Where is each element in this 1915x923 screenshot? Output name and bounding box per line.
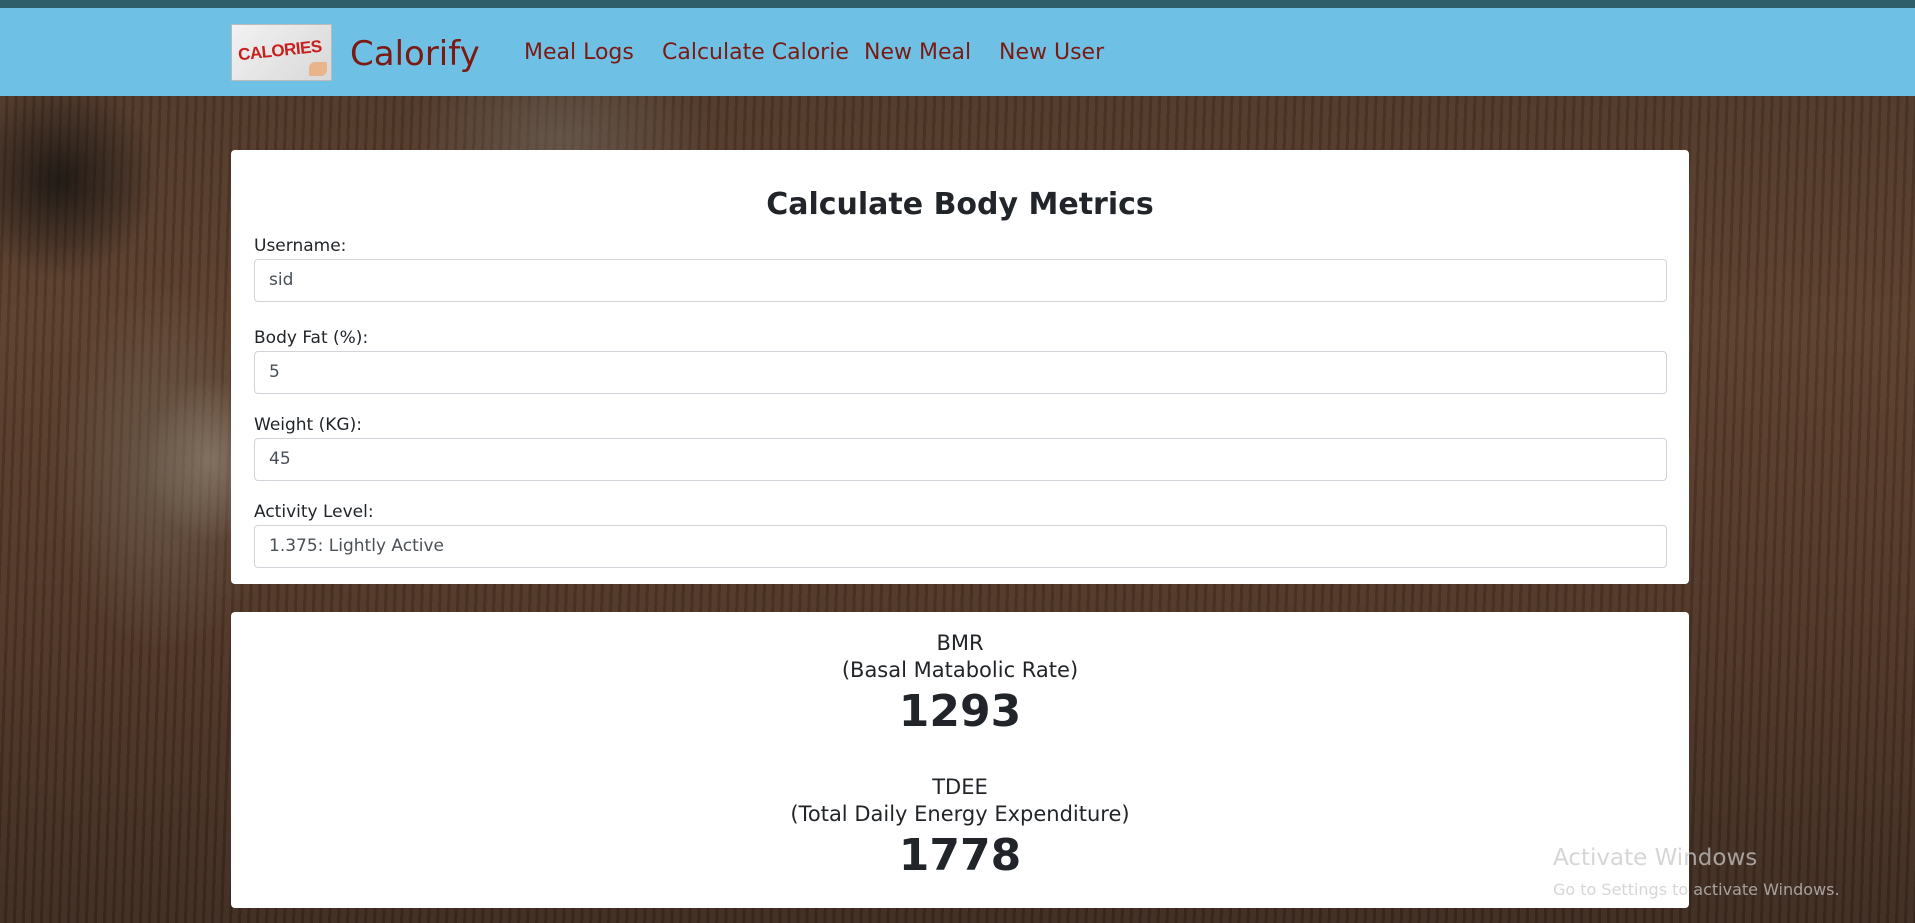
bmr-subtitle: (Basal Matabolic Rate) [841, 658, 1079, 682]
calories-logo[interactable]: CALORIES [231, 24, 332, 81]
nav-calculate-calorie[interactable]: Calculate Calorie [662, 40, 849, 65]
body-fat-input[interactable]: 5 [254, 351, 1667, 394]
tdee-block: TDEE (Total Daily Energy Expenditure) 17… [231, 774, 1689, 884]
activity-level-select[interactable]: 1.375: Lightly Active [254, 525, 1667, 568]
tdee-value: 1778 [898, 830, 1022, 881]
bmr-value: 1293 [898, 686, 1022, 737]
username-label: Username: [254, 236, 347, 256]
brand-name[interactable]: Calorify [350, 34, 480, 74]
logo-text: CALORIES [237, 36, 323, 65]
tdee-title: TDEE [932, 775, 988, 799]
bmr-block: BMR (Basal Matabolic Rate) 1293 [231, 630, 1689, 740]
nav-meal-logs[interactable]: Meal Logs [524, 40, 634, 65]
nav-new-user[interactable]: New User [999, 40, 1104, 65]
weight-input[interactable]: 45 [254, 438, 1667, 481]
navbar: CALORIES Calorify Meal Logs Calculate Ca… [0, 8, 1915, 96]
hand-icon [309, 62, 327, 76]
tdee-subtitle: (Total Daily Energy Expenditure) [790, 802, 1130, 826]
nav-new-meal[interactable]: New Meal [864, 40, 971, 65]
bmr-title: BMR [936, 631, 984, 655]
activate-windows-title: Activate Windows [1553, 845, 1758, 871]
body-metrics-form-card: Calculate Body Metrics Username: sid Bod… [231, 150, 1689, 584]
body-fat-label: Body Fat (%): [254, 328, 369, 348]
form-title: Calculate Body Metrics [766, 187, 1154, 222]
results-card: BMR (Basal Matabolic Rate) 1293 TDEE (To… [231, 612, 1689, 908]
activity-level-label: Activity Level: [254, 502, 374, 522]
username-input[interactable]: sid [254, 259, 1667, 302]
weight-label: Weight (KG): [254, 415, 362, 435]
browser-top-strip [0, 0, 1915, 8]
activate-windows-subtitle: Go to Settings to activate Windows. [1553, 880, 1840, 899]
